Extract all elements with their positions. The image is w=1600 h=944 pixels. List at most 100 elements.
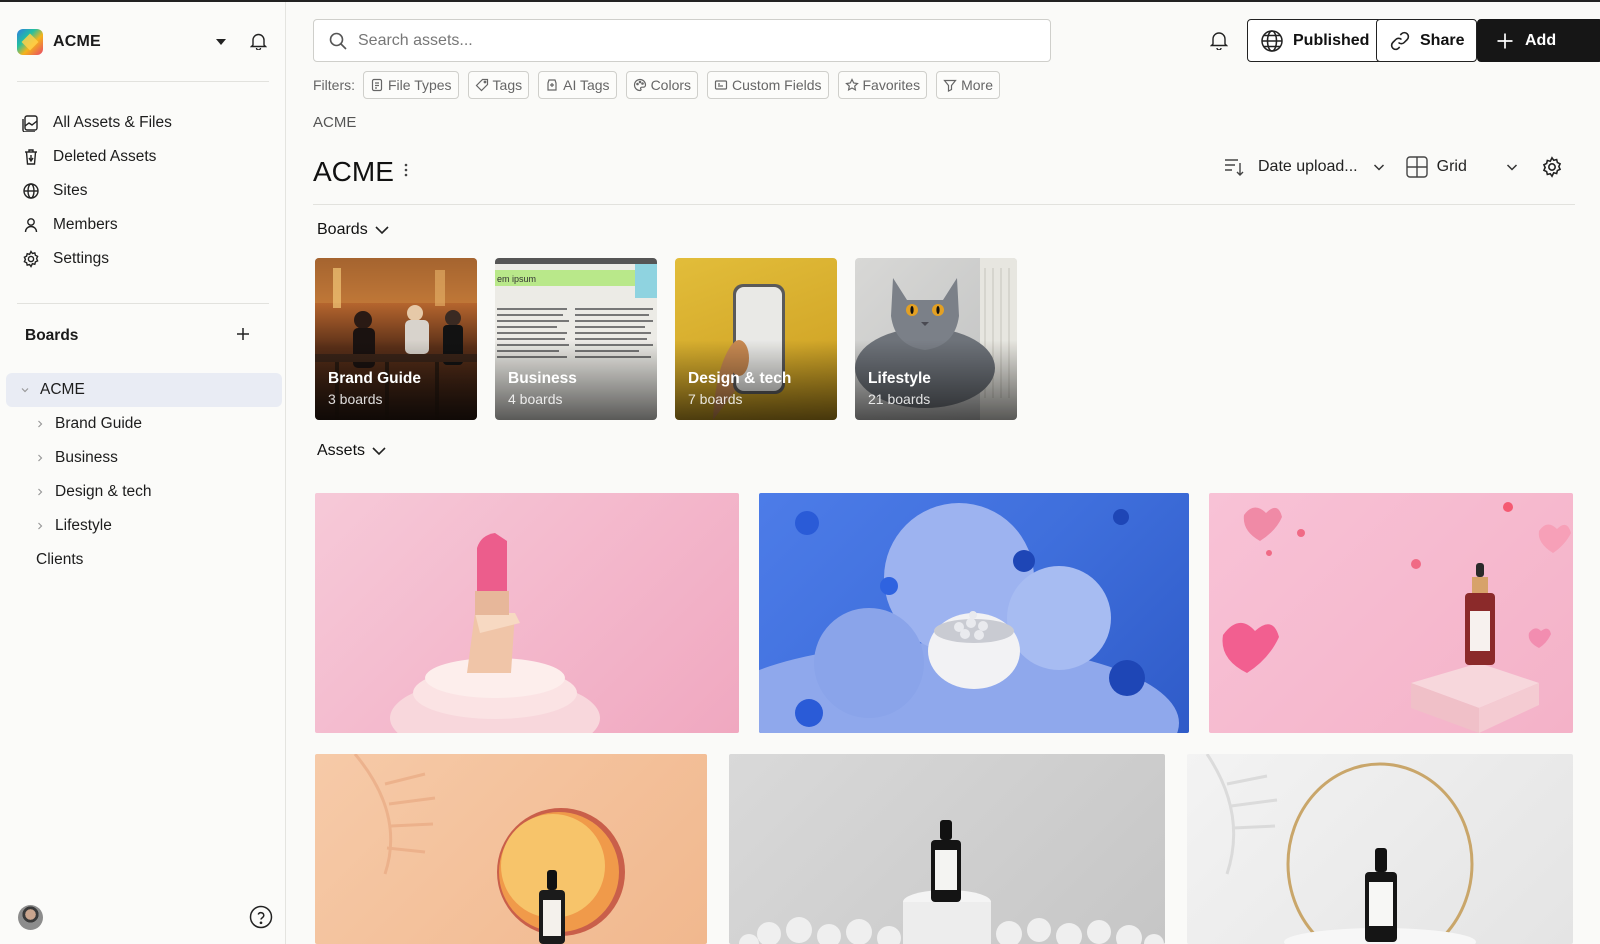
serum-hearts-image: [1222, 502, 1571, 733]
board-count: 4 boards: [508, 391, 563, 407]
asset-thumbnail[interactable]: [1209, 493, 1573, 733]
beauty-spheres-image: [759, 503, 1179, 733]
lipstick-image: [390, 533, 600, 733]
tree-item-design-tech[interactable]: Design & tech: [33, 475, 152, 509]
board-card-lifestyle[interactable]: Lifestyle 21 boards: [855, 258, 1017, 420]
bell-icon[interactable]: [1209, 30, 1229, 55]
divider: [313, 204, 1575, 205]
person-icon: [22, 216, 40, 234]
star-icon: [844, 78, 859, 92]
search-bar[interactable]: [313, 19, 1051, 62]
board-name: Lifestyle: [868, 370, 931, 387]
asset-thumbnail[interactable]: [315, 754, 707, 944]
add-button[interactable]: Add: [1477, 19, 1600, 62]
view-select[interactable]: Grid: [1437, 158, 1467, 176]
asset-thumbnail[interactable]: [315, 493, 739, 733]
chevron-down-icon: [374, 222, 390, 238]
ai-tag-icon: [545, 78, 559, 92]
asset-thumbnail[interactable]: [759, 493, 1189, 733]
filter-ai-tags[interactable]: AI Tags: [538, 71, 617, 99]
filter-colors[interactable]: Colors: [625, 71, 699, 99]
tree-item-acme[interactable]: ACME: [6, 373, 282, 407]
link-icon: [1389, 30, 1411, 52]
chevron-down-icon[interactable]: [1505, 160, 1519, 174]
tree-item-brand-guide[interactable]: Brand Guide: [33, 407, 142, 441]
gear-icon: [22, 250, 40, 268]
board-count: 21 boards: [868, 391, 931, 407]
chevron-right-icon[interactable]: [33, 487, 47, 497]
chevron-right-icon[interactable]: [33, 521, 47, 531]
plus-icon: [1496, 32, 1514, 50]
board-count: 3 boards: [328, 391, 383, 407]
help-icon[interactable]: [249, 905, 273, 934]
board-card-brand-guide[interactable]: Brand Guide 3 boards: [315, 258, 477, 420]
chevron-right-icon[interactable]: [33, 419, 47, 429]
assets-section-toggle[interactable]: Assets: [317, 442, 387, 460]
tree-item-business[interactable]: Business: [33, 441, 118, 475]
board-card-business[interactable]: em ipsum Business 4 boards: [495, 258, 657, 420]
asset-thumbnail[interactable]: [729, 754, 1165, 944]
board-card-design-tech[interactable]: Design & tech 7 boards: [675, 258, 837, 420]
sidebar: ACME All Assets & Files Deleted Assets S…: [0, 2, 286, 944]
gear-icon[interactable]: [1541, 156, 1563, 178]
more-vertical-icon[interactable]: [403, 162, 409, 183]
serum-ring-image: [1205, 754, 1476, 944]
filter-tags[interactable]: Tags: [467, 71, 530, 99]
sidebar-boards-heading: Boards: [25, 327, 79, 344]
asset-thumbnail[interactable]: [1187, 754, 1573, 944]
trash-icon: [22, 148, 40, 166]
page-title: ACME: [313, 156, 394, 187]
board-name: Business: [508, 370, 577, 387]
org-switcher[interactable]: ACME: [17, 28, 101, 56]
published-button[interactable]: Published: [1247, 19, 1383, 62]
serum-pedestal-image: [739, 820, 1164, 944]
filter-custom-fields[interactable]: Custom Fields: [707, 71, 829, 99]
filters-label: Filters:: [313, 77, 355, 93]
nav-settings[interactable]: Settings: [22, 245, 109, 273]
board-name: Design & tech: [688, 370, 792, 387]
sort-controls: Date upload... Grid: [1222, 155, 1563, 179]
palette-icon: [633, 78, 647, 92]
board-count: 7 boards: [688, 391, 743, 407]
tree-item-clients[interactable]: Clients: [36, 543, 83, 577]
filter-favorites[interactable]: Favorites: [837, 71, 928, 99]
org-name: ACME: [53, 33, 101, 50]
share-button[interactable]: Share: [1376, 19, 1478, 62]
boards-section-toggle[interactable]: Boards: [317, 221, 390, 239]
avatar[interactable]: [18, 905, 43, 930]
funnel-icon: [943, 78, 957, 92]
sort-icon[interactable]: [1222, 155, 1246, 179]
grid-icon[interactable]: [1405, 156, 1428, 178]
sort-select[interactable]: Date upload...: [1258, 158, 1358, 176]
divider: [17, 303, 269, 304]
file-icon: [370, 78, 384, 92]
chevron-right-icon[interactable]: [33, 453, 47, 463]
board-name: Brand Guide: [328, 370, 422, 387]
fields-icon: [714, 78, 728, 92]
filter-file-types[interactable]: File Types: [363, 71, 459, 99]
chevron-down-icon[interactable]: [1372, 160, 1386, 174]
svg-text:em ipsum: em ipsum: [497, 274, 536, 284]
filter-more[interactable]: More: [936, 71, 1000, 99]
nav-sites[interactable]: Sites: [22, 177, 87, 205]
assets-icon: [22, 114, 40, 132]
org-logo: [17, 29, 43, 55]
divider: [17, 81, 269, 82]
tree-item-lifestyle[interactable]: Lifestyle: [33, 509, 112, 543]
chevron-down-icon: [371, 443, 387, 459]
search-input[interactable]: [358, 31, 1008, 50]
filter-bar: Filters: File Types Tags AI Tags Colors …: [313, 70, 1009, 100]
serum-sun-image: [353, 754, 625, 944]
nav-deleted-assets[interactable]: Deleted Assets: [22, 143, 156, 171]
caret-down-icon[interactable]: [216, 39, 226, 45]
nav-members[interactable]: Members: [22, 211, 118, 239]
plus-icon[interactable]: [235, 326, 251, 347]
search-icon: [328, 31, 348, 51]
main-content: Published Share Add Filters: File Types …: [287, 2, 1600, 944]
chevron-down-icon[interactable]: [18, 385, 32, 395]
globe-icon: [1260, 29, 1284, 53]
tag-icon: [475, 78, 489, 92]
breadcrumb[interactable]: ACME: [313, 114, 356, 131]
nav-all-assets[interactable]: All Assets & Files: [22, 109, 172, 137]
bell-icon[interactable]: [249, 32, 268, 55]
